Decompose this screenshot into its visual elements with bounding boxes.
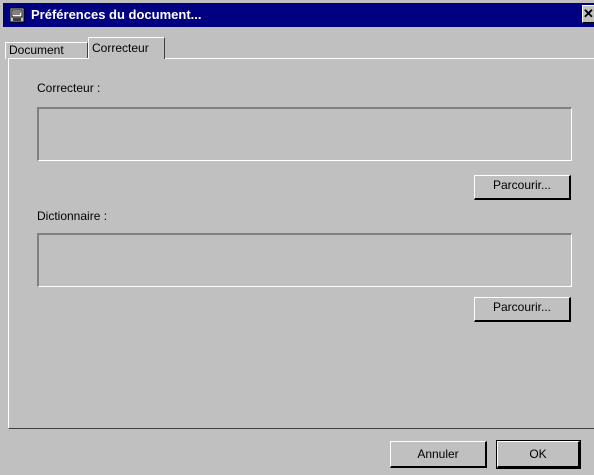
tab-document[interactable]: Document [5, 42, 88, 59]
cancel-label: Annuler [417, 447, 459, 461]
document-window-icon [9, 7, 25, 23]
preferences-dialog: Préférences du document... ✕ Document Co… [0, 0, 594, 475]
window-title: Préférences du document... [31, 7, 202, 22]
ok-button[interactable]: OK [496, 440, 581, 469]
cancel-button[interactable]: Annuler [390, 441, 487, 468]
tab-document-label: Document [9, 43, 64, 57]
tab-correcteur[interactable]: Correcteur [88, 37, 165, 59]
close-icon[interactable]: ✕ [582, 5, 594, 23]
correcteur-browse-button[interactable]: Parcourir... [474, 175, 571, 200]
dictionnaire-browse-label: Parcourir... [492, 300, 552, 314]
tab-panel-correcteur: Correcteur : Parcourir... Dictionnaire :… [8, 58, 594, 429]
dictionnaire-browse-button[interactable]: Parcourir... [474, 297, 571, 322]
ok-label: OK [529, 447, 547, 461]
title-bar[interactable]: Préférences du document... ✕ [3, 3, 594, 27]
correcteur-path-field[interactable] [37, 107, 572, 161]
dictionnaire-path-field[interactable] [37, 233, 572, 287]
correcteur-label: Correcteur : [37, 81, 101, 95]
dictionnaire-label: Dictionnaire : [37, 209, 108, 223]
correcteur-browse-label: Parcourir... [492, 178, 552, 192]
tab-correcteur-label: Correcteur [92, 41, 149, 55]
